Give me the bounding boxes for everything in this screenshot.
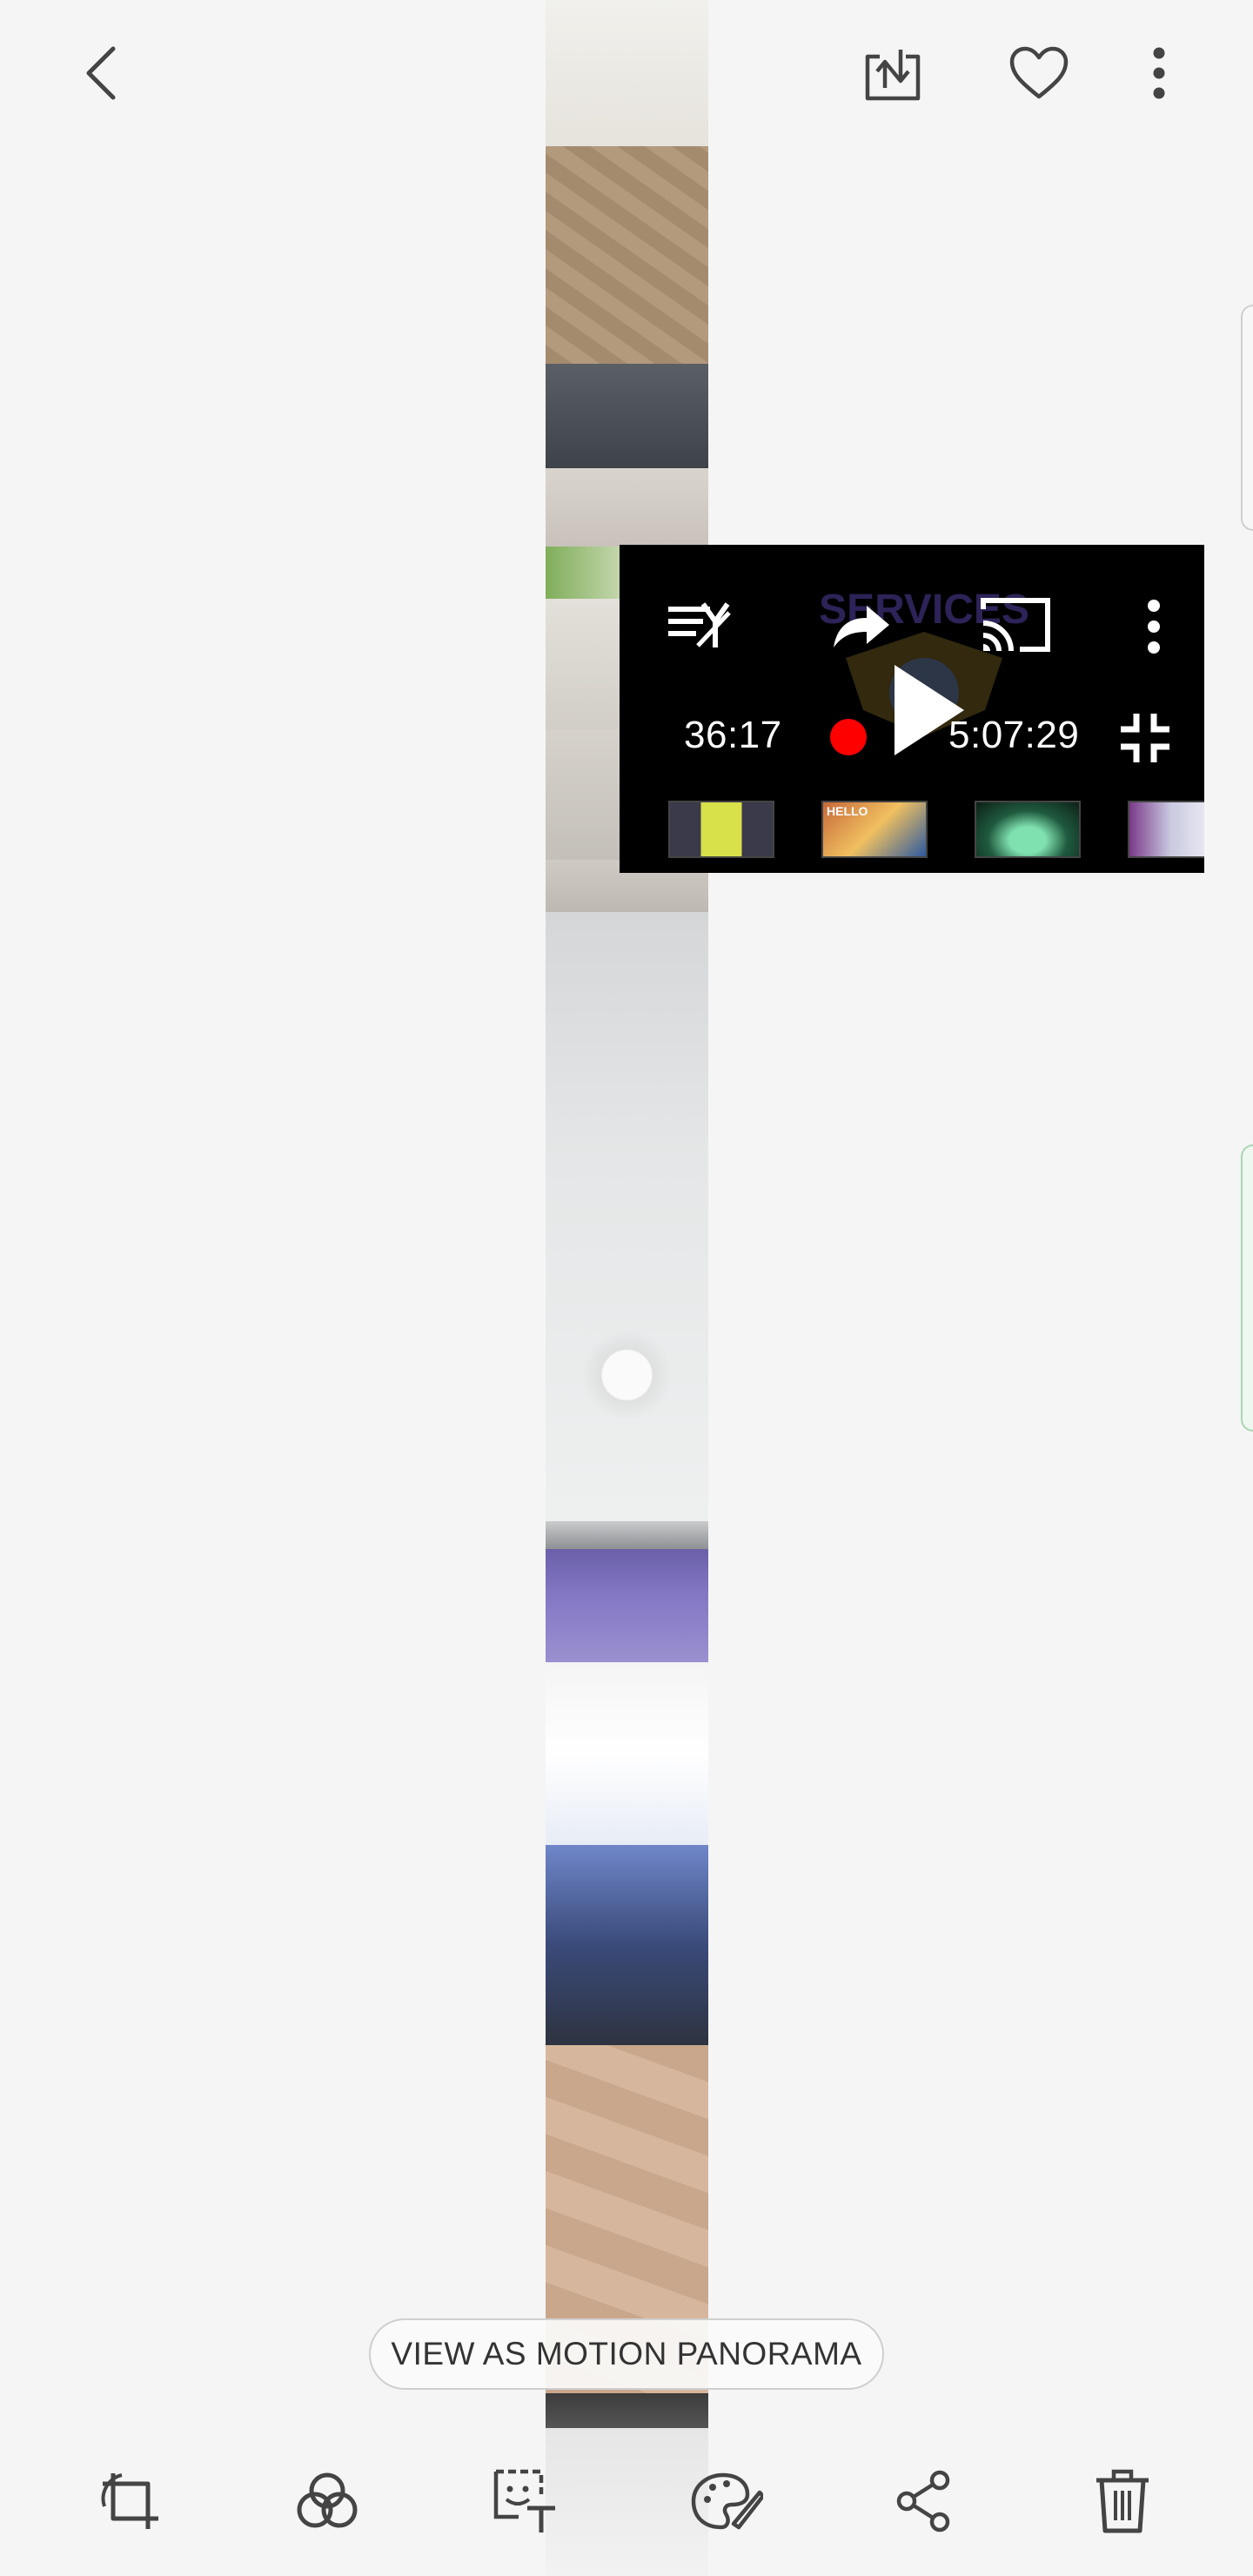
panorama-image <box>546 0 708 2576</box>
related-video-thumbnail[interactable] <box>975 801 1081 858</box>
related-video-thumbnail[interactable] <box>668 801 774 858</box>
share-icon[interactable] <box>888 2465 961 2538</box>
share-arrow-icon[interactable] <box>825 599 895 654</box>
back-arrow-icon[interactable] <box>70 38 132 108</box>
related-video-thumbnail[interactable] <box>1128 801 1204 858</box>
more-vertical-icon[interactable] <box>1142 38 1176 108</box>
cast-icon[interactable] <box>978 594 1053 656</box>
trash-icon[interactable] <box>1086 2465 1159 2538</box>
sticker-text-icon[interactable] <box>489 2465 562 2538</box>
heart-outline-icon[interactable] <box>1006 38 1072 108</box>
exit-fullscreen-icon[interactable] <box>1117 710 1173 766</box>
player-more-icon[interactable] <box>1136 597 1171 658</box>
crop-rotate-icon[interactable] <box>94 2465 167 2538</box>
related-videos: HELLO <box>668 801 1204 862</box>
view-motion-panorama-button[interactable]: VIEW AS MOTION PANORAMA <box>369 2318 884 2390</box>
related-video-thumbnail[interactable]: HELLO <box>821 801 928 858</box>
edge-panel-handle[interactable] <box>1241 305 1253 531</box>
filters-icon[interactable] <box>291 2465 364 2538</box>
quality-settings-icon[interactable] <box>665 595 734 656</box>
elapsed-time: 36:17 <box>684 714 782 756</box>
bottom-toolbar <box>0 2445 1253 2576</box>
thumbnail-caption: HELLO <box>827 804 868 818</box>
download-to-device-icon[interactable] <box>856 38 929 108</box>
record-dot-icon <box>828 717 868 757</box>
palette-brush-icon[interactable] <box>687 2465 766 2538</box>
total-time: 5:07:29 <box>948 714 1080 756</box>
edge-panel-handle-green[interactable] <box>1241 1144 1253 1432</box>
video-player[interactable]: SERVICES 36:17 5:07:29 HELLO <box>620 545 1204 873</box>
